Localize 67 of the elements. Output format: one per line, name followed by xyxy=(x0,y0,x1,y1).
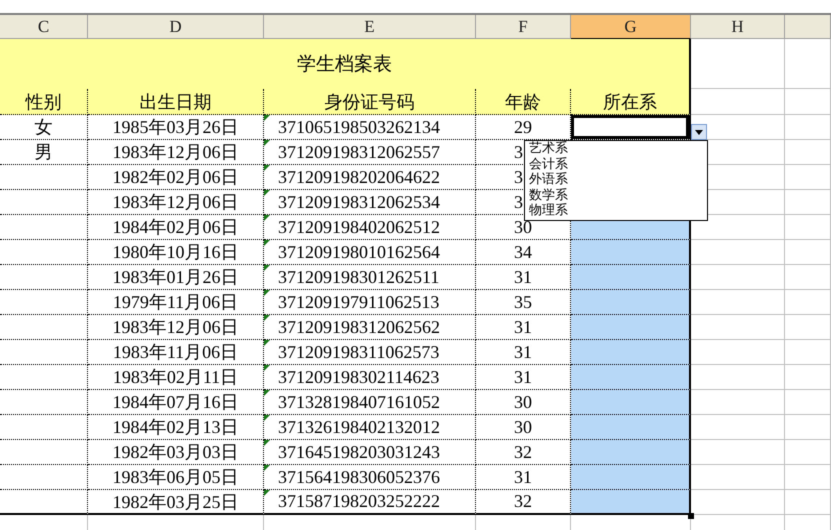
table-cell-text: 3 xyxy=(514,142,524,162)
table-cell: 371065198503262134 xyxy=(278,116,440,138)
table-cell-text: 1984年02月06日 xyxy=(112,216,238,239)
table-cell: 30 xyxy=(514,392,532,412)
table-cell-text: 1983年12月06日 xyxy=(112,191,238,214)
table-cell: 29 xyxy=(514,116,532,138)
table-cell-text: 1982年03月03日 xyxy=(112,441,238,464)
dropdown-item[interactable]: 会计系 xyxy=(529,156,568,172)
table-cell: 371564198306052376 xyxy=(278,466,440,488)
table-cell: 32 xyxy=(514,491,532,512)
column-header[interactable]: F xyxy=(476,15,571,39)
table-cell-text: 1984年02月13日 xyxy=(112,416,238,439)
table-cell: 30 xyxy=(514,416,532,438)
table-cell-text: 1983年06月05日 xyxy=(112,466,238,489)
table-cell-text: 1983年11月06日 xyxy=(112,341,238,364)
table-cell-text: 3 xyxy=(514,166,524,188)
table-cell: 31 xyxy=(514,366,532,388)
table-cell: 371328198407161052 xyxy=(278,392,440,412)
column-header[interactable]: C xyxy=(0,15,88,39)
table-cell: 371209198202064622 xyxy=(278,166,440,188)
column-label: 所在系 xyxy=(571,89,691,115)
table-cell: 371209198312062557 xyxy=(278,142,440,162)
table-cell-text: 1983年12月06日 xyxy=(112,316,238,339)
table-cell: 31 xyxy=(514,266,532,288)
table-cell: 30 xyxy=(514,216,532,238)
column-header[interactable]: D xyxy=(88,15,264,39)
table-cell-text: 1985年03月26日 xyxy=(112,116,238,139)
dropdown-item[interactable]: 外语系 xyxy=(529,172,568,188)
dropdown-item[interactable]: 数学系 xyxy=(529,188,568,203)
table-cell-text: 1983年01月26日 xyxy=(112,266,238,289)
table-cell-text: 女 xyxy=(34,116,52,139)
table-cell: 371209198312062562 xyxy=(278,316,440,338)
table-cell-text: 1983年02月11日 xyxy=(112,366,238,389)
column-header[interactable]: G xyxy=(571,15,691,39)
table-cell: 31 xyxy=(514,342,532,362)
dropdown-item[interactable]: 物理系 xyxy=(529,203,568,218)
table-cell: 371209198302114623 xyxy=(278,366,440,388)
table-cell-text: 1983年12月06日 xyxy=(112,141,238,164)
table-cell-text: 1982年03月25日 xyxy=(112,490,238,514)
table-cell: 371326198402132012 xyxy=(278,416,440,438)
table-cell: 371209198311062573 xyxy=(278,342,440,362)
table-cell-text: 1980年10月16日 xyxy=(112,241,238,264)
column-label: 年龄 xyxy=(476,89,571,115)
dropdown-item[interactable]: 艺术系 xyxy=(529,141,568,156)
table-cell: 371209198312062534 xyxy=(278,192,440,212)
table-cell: 371209197911062513 xyxy=(278,292,440,312)
table-cell-text: 男 xyxy=(34,141,52,164)
column-label: 身份证号码 xyxy=(264,89,476,115)
table-cell: 35 xyxy=(514,292,532,312)
table-cell: 371209198301262511 xyxy=(278,266,440,288)
table-cell: 32 xyxy=(514,442,532,462)
column-label: 出生日期 xyxy=(88,89,264,115)
table-cell-text: 1979年11月06日 xyxy=(112,291,238,314)
table-cell: 371587198203252222 xyxy=(278,491,440,512)
table-cell: 34 xyxy=(514,242,532,262)
table-cell-text: 1984年07月16日 xyxy=(112,391,238,414)
table-cell-text: 3 xyxy=(514,192,524,212)
sheet-title: 学生档案表 xyxy=(0,39,691,89)
table-cell: 31 xyxy=(514,466,532,488)
table-cell: 31 xyxy=(514,316,532,338)
table-cell-text: 1982年02月06日 xyxy=(112,166,238,189)
table-cell: 371209198010162564 xyxy=(278,242,440,262)
table-cell: 371209198402062512 xyxy=(278,216,440,238)
column-label: 性别 xyxy=(0,89,88,115)
column-header[interactable]: H xyxy=(691,15,785,39)
column-header[interactable]: E xyxy=(264,15,476,39)
table-cell: 371645198203031243 xyxy=(278,442,440,462)
